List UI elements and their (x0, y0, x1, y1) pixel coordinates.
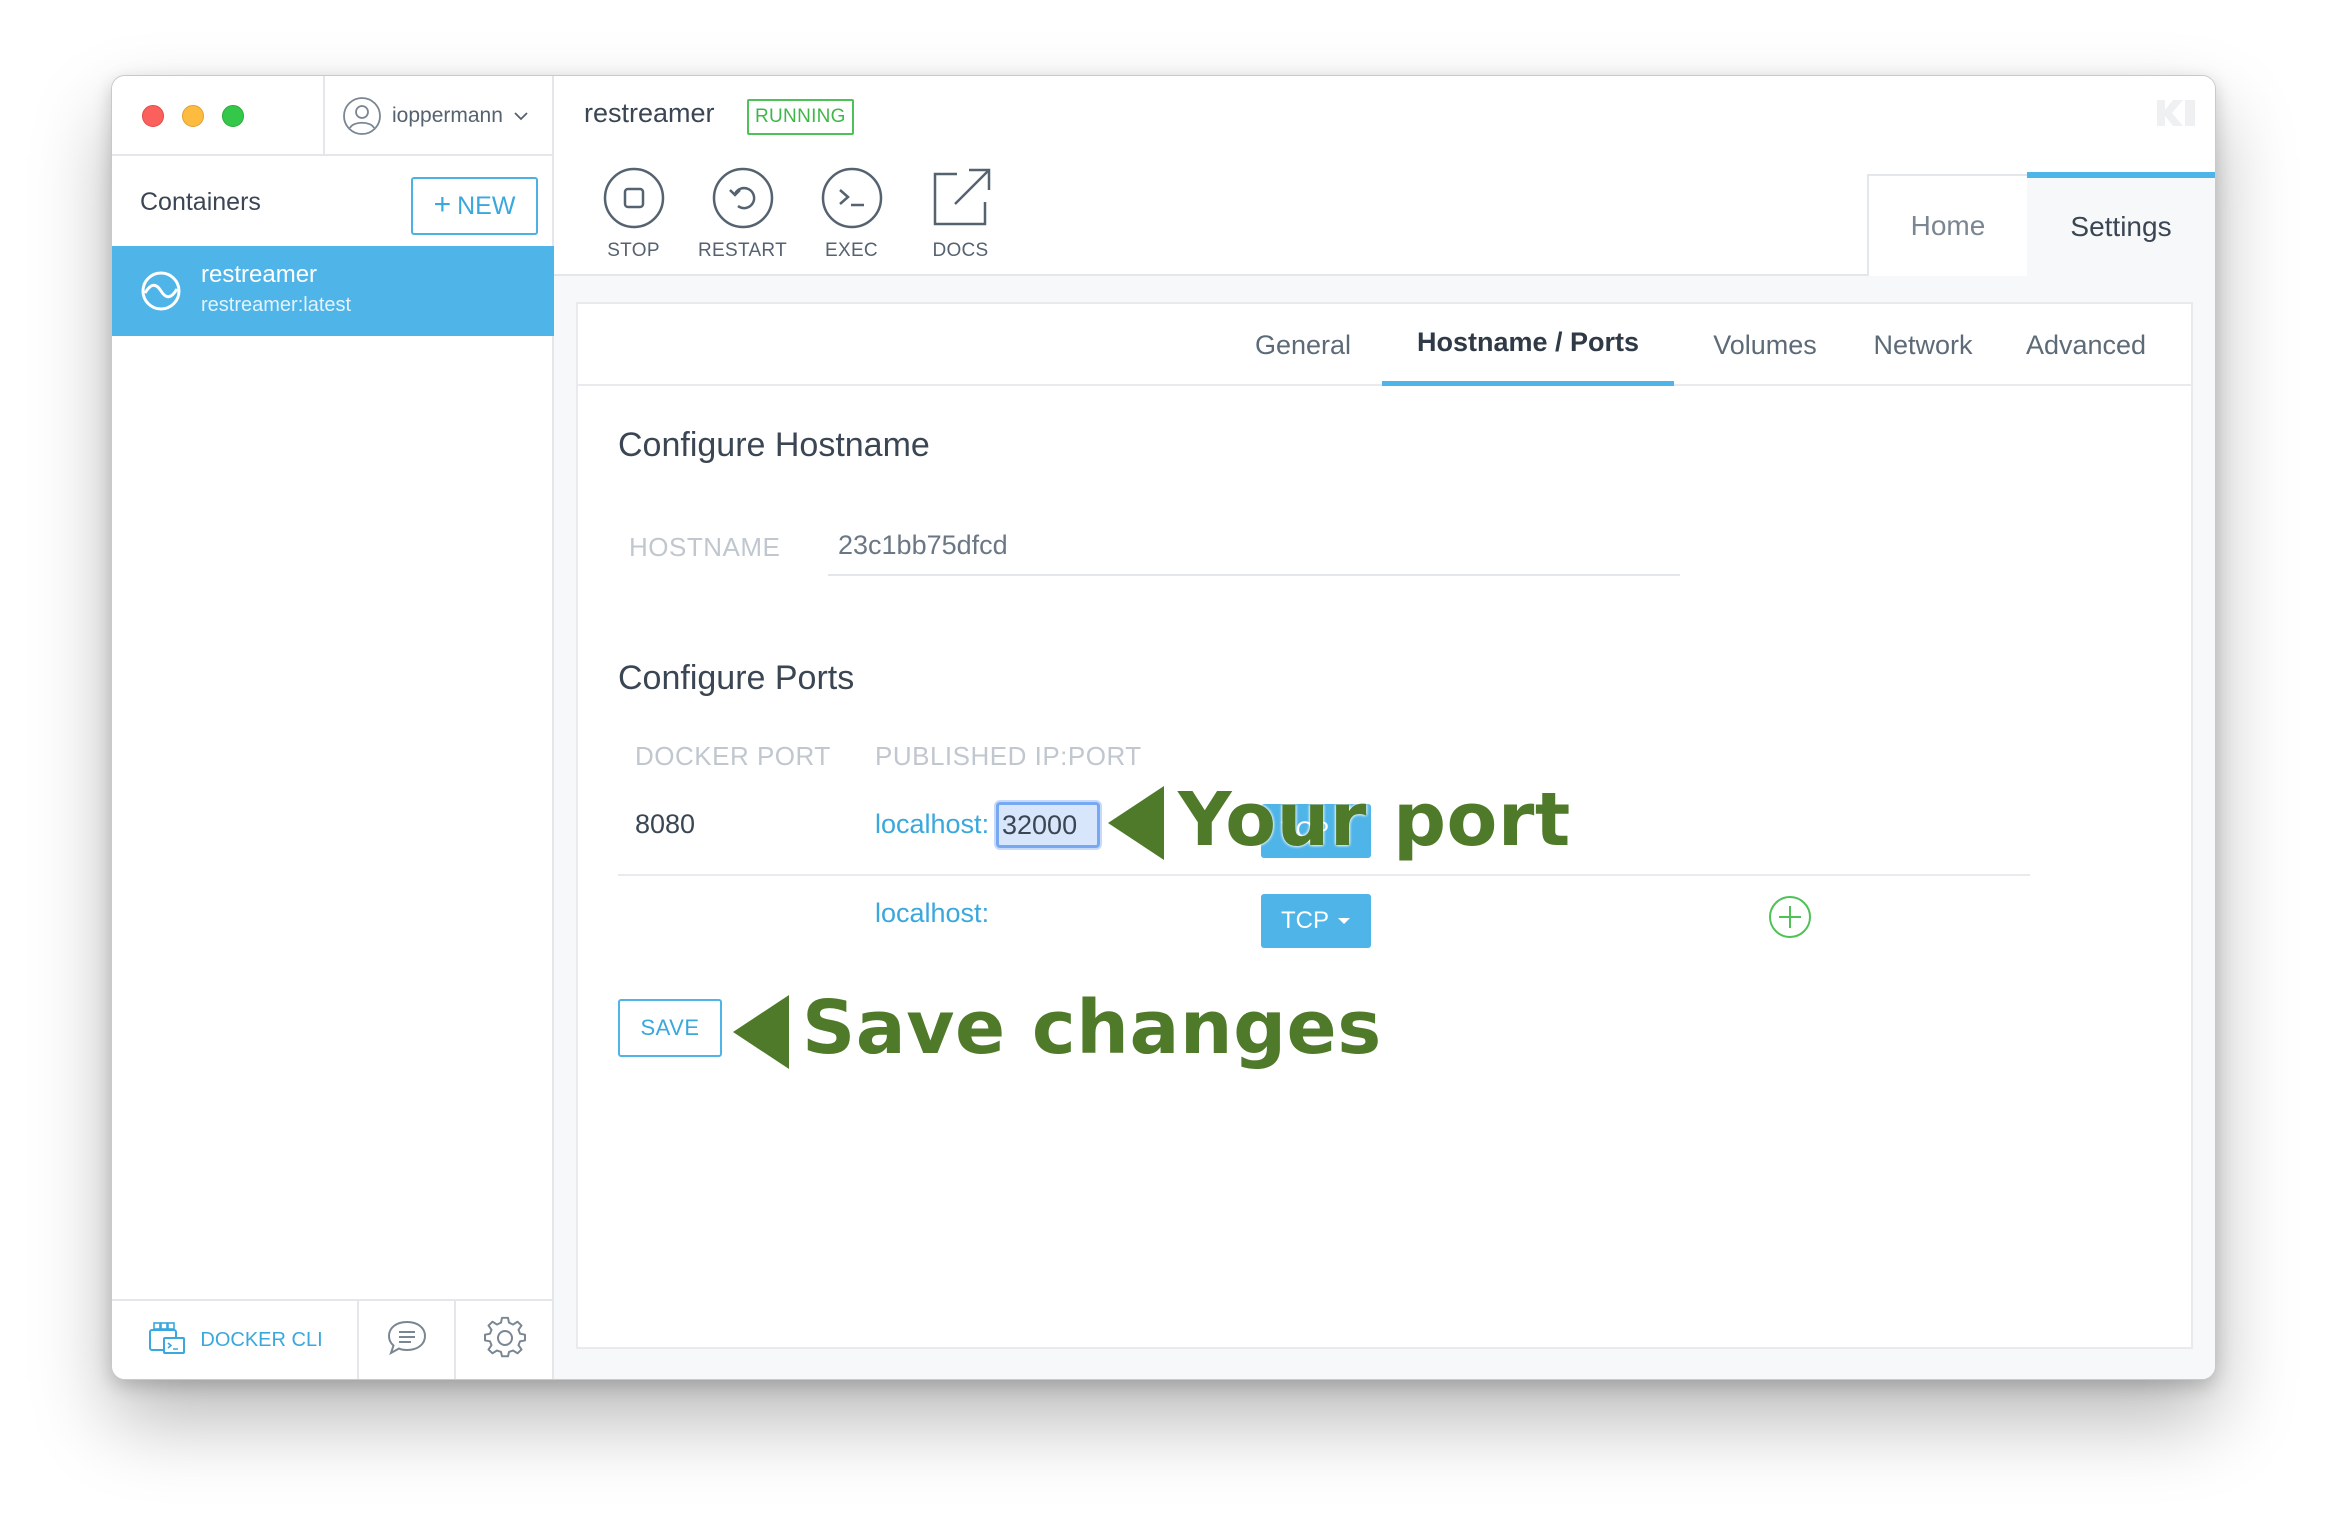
username: ioppermann (392, 104, 503, 127)
annotation-your-port: Your port (1178, 777, 1571, 863)
gear-icon (483, 1316, 527, 1365)
new-button-label: NEW (457, 191, 516, 220)
subtab-general[interactable]: General (1233, 304, 1373, 386)
docs-button[interactable]: DOCS (906, 166, 1015, 262)
main-area: restreamer RUNNING STOP RESTART EXEC DOC… (554, 76, 2215, 1379)
maximize-window-button[interactable] (222, 105, 244, 127)
container-title: restreamer (584, 98, 715, 128)
stop-button[interactable]: STOP (579, 166, 688, 262)
preferences-button[interactable] (456, 1301, 553, 1379)
status-badge: RUNNING (747, 99, 854, 135)
restart-label: RESTART (697, 240, 788, 261)
exec-button[interactable]: EXEC (797, 166, 906, 262)
annotation-save-changes: Save changes (802, 985, 1382, 1071)
tab-settings[interactable]: Settings (2027, 172, 2215, 276)
containers-title: Containers (140, 188, 261, 216)
minimize-window-button[interactable] (182, 105, 204, 127)
kitematic-window: ioppermann Containers + NEW restreamer r (111, 75, 2216, 1380)
hostname-input[interactable] (828, 516, 1680, 576)
published-host-prefix: localhost: (875, 809, 990, 839)
published-port-column-header: PUBLISHED IP:PORT (875, 741, 1142, 771)
restart-button[interactable]: RESTART (688, 166, 797, 262)
new-container-button[interactable]: + NEW (411, 177, 538, 235)
divider (323, 76, 325, 156)
new-protocol-dropdown[interactable]: TCP (1261, 894, 1371, 948)
container-status-icon (140, 270, 182, 317)
terminal-icon (821, 167, 882, 229)
tab-home[interactable]: Home (1867, 174, 2027, 276)
docker-port-value: 8080 (635, 809, 696, 839)
sidebar-footer: DOCKER CLI (112, 1299, 554, 1379)
user-avatar-icon (342, 96, 382, 136)
subtab-volumes[interactable]: Volumes (1696, 304, 1834, 386)
subtab-advanced[interactable]: Advanced (2008, 304, 2164, 386)
published-port-input[interactable] (996, 802, 1100, 848)
chevron-down-icon (513, 110, 529, 122)
docs-label: DOCS (932, 240, 989, 261)
user-menu[interactable]: ioppermann (342, 96, 529, 136)
restart-icon (712, 167, 773, 229)
new-published-host-prefix: localhost: (875, 898, 990, 928)
subtab-network[interactable]: Network (1858, 304, 1988, 386)
container-header: restreamer RUNNING STOP RESTART EXEC DOC… (554, 76, 2215, 276)
annotation-arrow-icon (1108, 786, 1164, 865)
close-window-button[interactable] (142, 105, 164, 127)
container-image: restreamer:latest (201, 294, 352, 316)
kitematic-logo-icon (2155, 98, 2197, 133)
settings-subtabs: General Hostname / Ports Volumes Network… (578, 304, 2191, 386)
docker-cli-label: DOCKER CLI (200, 1328, 323, 1351)
add-port-icon[interactable] (1767, 894, 1813, 945)
stop-label: STOP (607, 240, 660, 261)
plus-icon: + (433, 187, 452, 221)
external-link-icon (933, 168, 990, 226)
container-list-item[interactable]: restreamer restreamer:latest (112, 246, 554, 336)
new-protocol-label: TCP (1281, 907, 1329, 934)
exec-label: EXEC (825, 240, 878, 261)
chat-bubble-icon (385, 1318, 429, 1363)
save-button[interactable]: SAVE (618, 999, 722, 1057)
containers-header: Containers + NEW (112, 156, 554, 246)
caret-down-icon (1338, 918, 1350, 924)
configure-ports-title: Configure Ports (618, 659, 855, 697)
new-published-port-input[interactable] (996, 894, 1136, 940)
hostname-label: HOSTNAME (629, 532, 781, 562)
titlebar-left: ioppermann (112, 76, 554, 156)
docker-cli-icon (146, 1318, 188, 1362)
container-name: restreamer (201, 261, 318, 288)
annotation-arrow-icon (733, 995, 789, 1074)
sidebar: ioppermann Containers + NEW restreamer r (112, 76, 554, 1379)
docker-cli-button[interactable]: DOCKER CLI (112, 1301, 359, 1379)
subtab-hostname-ports[interactable]: Hostname / Ports (1382, 304, 1674, 386)
stop-icon (603, 167, 664, 229)
docker-port-column-header: DOCKER PORT (635, 741, 831, 771)
feedback-button[interactable] (359, 1301, 456, 1379)
row-divider (618, 874, 2030, 876)
configure-hostname-title: Configure Hostname (618, 426, 930, 464)
container-actions: STOP RESTART EXEC DOCS (579, 166, 1015, 262)
